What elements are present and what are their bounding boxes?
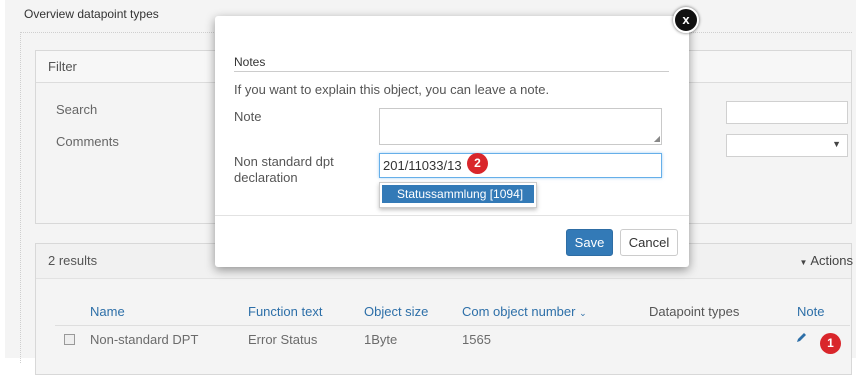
step-badge-1: 1 — [820, 333, 841, 354]
results-count: 2 results — [48, 253, 98, 268]
table-divider — [55, 325, 850, 326]
column-datapoint-types: Datapoint types — [649, 304, 740, 319]
caret-down-icon: ▼ — [799, 258, 808, 267]
cancel-button[interactable]: Cancel — [620, 229, 678, 256]
dpt-label-line2: declaration — [234, 170, 298, 185]
notes-section-title: Notes — [234, 55, 669, 72]
sort-caret-icon: ⌄ — [579, 308, 587, 318]
row-checkbox[interactable] — [64, 334, 75, 345]
column-note[interactable]: Note — [797, 304, 824, 319]
cell-com-object-number: 1565 — [462, 332, 491, 347]
actions-dropdown[interactable]: ▼ Actions — [800, 244, 853, 280]
autocomplete-dropdown: Statussammlung [1094] — [379, 182, 537, 208]
step-badge-2: 2 — [467, 153, 488, 174]
comments-label: Comments — [56, 134, 119, 149]
dpt-label: Non standard dpt declaration — [234, 154, 334, 186]
resize-grip-icon[interactable]: ◢ — [654, 134, 660, 143]
column-function-text[interactable]: Function text — [248, 304, 322, 319]
autocomplete-option[interactable]: Statussammlung [1094] — [382, 185, 534, 203]
close-icon[interactable]: x — [673, 7, 699, 33]
save-button[interactable]: Save — [566, 229, 613, 256]
column-object-size[interactable]: Object size — [364, 304, 428, 319]
dpt-label-line1: Non standard dpt — [234, 154, 334, 169]
caret-down-icon: ▼ — [832, 139, 841, 149]
modal-footer-divider — [215, 215, 689, 216]
dpt-declaration-value: 201/11033/13 — [383, 158, 462, 173]
notes-modal: Notes If you want to explain this object… — [215, 16, 689, 267]
notes-description: If you want to explain this object, you … — [234, 82, 550, 97]
page-title: Overview datapoint types — [24, 7, 159, 21]
column-com-object-number[interactable]: Com object number ⌄ — [462, 304, 587, 319]
column-com-object-number-label: Com object number — [462, 304, 576, 319]
search-input[interactable] — [726, 101, 848, 124]
cell-object-size: 1Byte — [364, 332, 398, 347]
cell-function-text: Error Status — [248, 332, 318, 347]
cell-name: Non-standard DPT — [90, 332, 199, 347]
dpt-declaration-input[interactable]: 201/11033/13 — [379, 153, 662, 178]
comments-select[interactable]: ▼ — [726, 134, 848, 157]
note-textarea[interactable]: ◢ — [379, 108, 662, 145]
actions-label: Actions — [810, 253, 853, 268]
note-label: Note — [234, 109, 262, 124]
search-label: Search — [56, 102, 98, 117]
pencil-icon[interactable] — [796, 331, 808, 346]
column-name[interactable]: Name — [90, 304, 125, 319]
